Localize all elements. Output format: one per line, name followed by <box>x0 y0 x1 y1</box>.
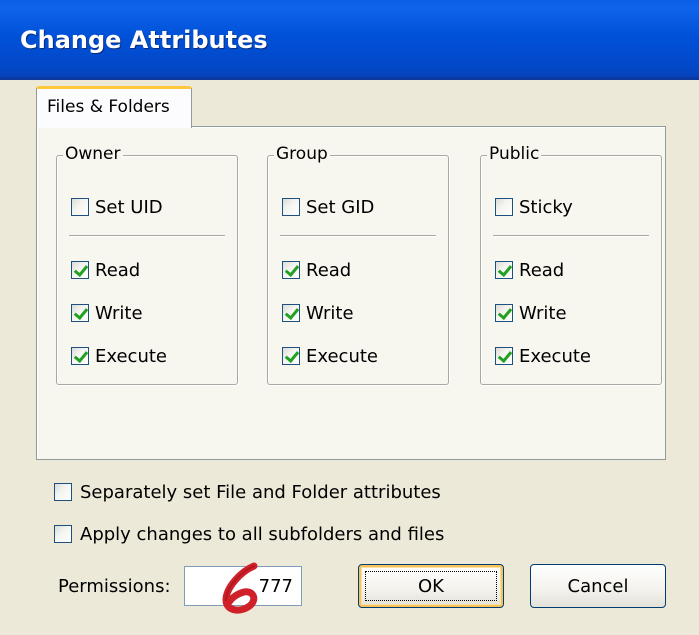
checkbox-label: Sticky <box>519 196 573 218</box>
separator <box>493 235 649 237</box>
checkbox-label: Write <box>306 302 354 324</box>
owner-execute-checkbox[interactable]: Execute <box>71 343 167 369</box>
tab-files-and-folders[interactable]: Files & Folders <box>36 86 192 128</box>
checkbox-label: Write <box>519 302 567 324</box>
checkbox-label: Read <box>519 259 565 281</box>
checkbox-box[interactable] <box>282 304 300 322</box>
checkbox-box[interactable] <box>71 304 89 322</box>
checkbox-box[interactable] <box>54 525 72 543</box>
checkbox-box[interactable] <box>282 261 300 279</box>
change-attributes-dialog: Change Attributes Files & Folders Owner … <box>0 0 699 635</box>
public-group: Public Sticky Read Write Execute <box>480 144 662 385</box>
checkbox-box[interactable] <box>495 304 513 322</box>
owner-read-checkbox[interactable]: Read <box>71 257 140 283</box>
checkbox-label: Execute <box>306 345 378 367</box>
ok-button[interactable]: OK <box>358 564 504 608</box>
owner-group-legend: Owner <box>63 144 123 164</box>
group-read-checkbox[interactable]: Read <box>282 257 351 283</box>
title-bar[interactable]: Change Attributes <box>0 0 699 80</box>
public-group-legend: Public <box>487 144 542 164</box>
checkbox-box[interactable] <box>282 347 300 365</box>
separate-attributes-checkbox[interactable]: Separately set File and Folder attribute… <box>54 479 441 505</box>
apply-to-subfolders-checkbox[interactable]: Apply changes to all subfolders and file… <box>54 521 444 547</box>
focus-rect <box>365 571 497 601</box>
owner-write-checkbox[interactable]: Write <box>71 300 143 326</box>
tab-label: Files & Folders <box>47 97 170 117</box>
checkbox-box[interactable] <box>495 198 513 216</box>
cancel-button-label: Cancel <box>567 575 629 597</box>
checkbox-label: Execute <box>519 345 591 367</box>
permissions-label: Permissions: <box>58 576 171 597</box>
checkbox-box[interactable] <box>495 347 513 365</box>
owner-group: Owner Set UID Read Write Execute <box>56 144 238 385</box>
checkbox-box[interactable] <box>54 483 72 501</box>
set-gid-checkbox[interactable]: Set GID <box>282 194 374 220</box>
group-write-checkbox[interactable]: Write <box>282 300 354 326</box>
group-execute-checkbox[interactable]: Execute <box>282 343 378 369</box>
checkbox-box[interactable] <box>71 261 89 279</box>
group-group: Group Set GID Read Write Execute <box>267 144 449 385</box>
separator <box>69 235 225 237</box>
checkbox-label: Apply changes to all subfolders and file… <box>80 523 445 545</box>
checkbox-box[interactable] <box>495 261 513 279</box>
checkbox-label: Execute <box>95 345 167 367</box>
checkbox-label: Read <box>95 259 141 281</box>
dialog-title: Change Attributes <box>20 26 268 54</box>
checkbox-label: Set GID <box>306 196 375 218</box>
group-group-legend: Group <box>274 144 330 164</box>
checkbox-box[interactable] <box>71 198 89 216</box>
sticky-checkbox[interactable]: Sticky <box>495 194 573 220</box>
checkbox-label: Set UID <box>95 196 163 218</box>
public-execute-checkbox[interactable]: Execute <box>495 343 591 369</box>
checkbox-box[interactable] <box>71 347 89 365</box>
separator <box>280 235 436 237</box>
cancel-button[interactable]: Cancel <box>530 564 666 608</box>
checkbox-label: Read <box>306 259 352 281</box>
checkbox-label: Separately set File and Folder attribute… <box>80 481 441 503</box>
checkbox-box[interactable] <box>282 198 300 216</box>
public-read-checkbox[interactable]: Read <box>495 257 564 283</box>
step-6-marker-icon <box>222 562 258 614</box>
public-write-checkbox[interactable]: Write <box>495 300 567 326</box>
set-uid-checkbox[interactable]: Set UID <box>71 194 163 220</box>
checkbox-label: Write <box>95 302 143 324</box>
